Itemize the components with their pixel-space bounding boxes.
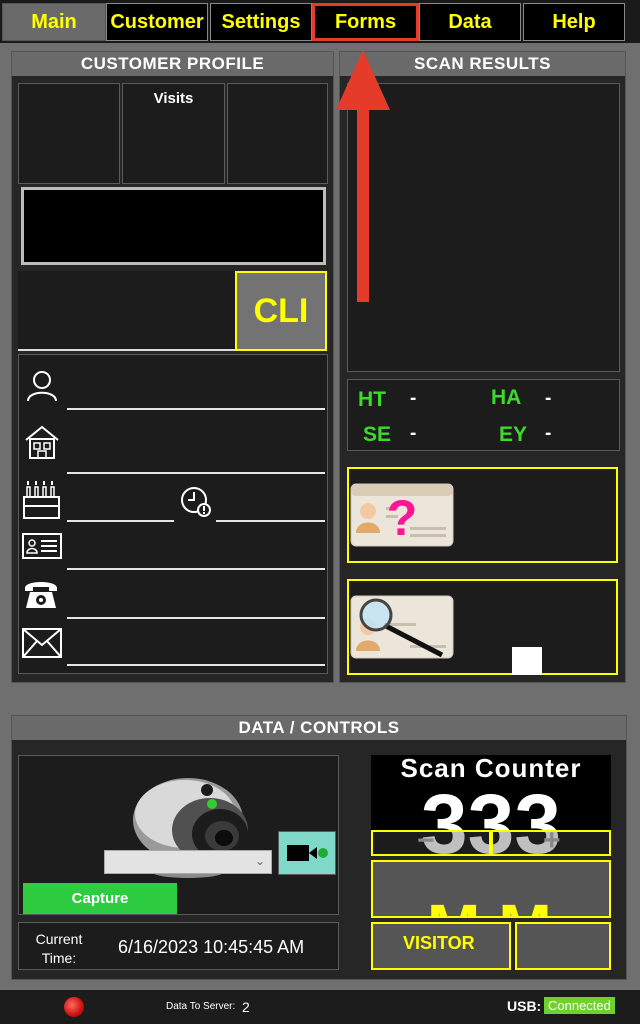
id-card-magnifier-icon: [350, 595, 454, 659]
data-controls-title: DATA / CONTROLS: [12, 716, 626, 740]
se-value: -: [410, 423, 417, 444]
house-icon: [25, 425, 59, 459]
ht-value: -: [410, 388, 417, 409]
customer-profile-title: CUSTOMER PROFILE: [12, 52, 333, 76]
ht-label: HT: [358, 388, 386, 411]
secondary-button[interactable]: [515, 922, 611, 970]
tab-main[interactable]: Main: [2, 3, 106, 41]
white-square-indicator: [512, 647, 542, 675]
current-time-value: 6/16/2023 10:45:45 AM: [118, 937, 305, 957]
minus-label: −: [417, 824, 435, 857]
capture-button[interactable]: Capture: [23, 883, 177, 914]
age-field-line[interactable]: [216, 520, 325, 522]
tab-customer[interactable]: Customer: [106, 3, 208, 41]
email-field-line[interactable]: [67, 664, 325, 666]
birthday-cake-icon: [23, 481, 60, 519]
profile-photo-cell-1[interactable]: [18, 83, 120, 184]
data-to-server-value: 2: [242, 999, 250, 1015]
current-time-label: Current Time:: [35, 931, 83, 966]
ha-label: HA: [491, 386, 522, 409]
name-field-line[interactable]: [67, 408, 325, 410]
usb-label: USB:: [507, 998, 542, 1014]
id-card-icon: [22, 533, 62, 559]
scan-counter-label: Scan Counter: [400, 755, 582, 783]
notes-box[interactable]: [18, 271, 236, 351]
se-label: SE: [363, 423, 392, 446]
decrement-button[interactable]: −: [371, 824, 491, 857]
status-led-icon: [64, 997, 84, 1017]
id-card-question-icon: ?: [350, 483, 454, 547]
increment-button[interactable]: +: [491, 824, 611, 857]
tab-forms[interactable]: Forms: [312, 3, 419, 41]
address-field-line[interactable]: [67, 472, 325, 474]
video-toggle-button[interactable]: [278, 831, 336, 875]
status-glyph: MM: [427, 890, 570, 916]
phone-field-line[interactable]: [67, 617, 325, 619]
cli-label: CLI: [253, 291, 309, 330]
video-camera-icon: [287, 845, 328, 861]
telephone-icon: [25, 582, 57, 608]
svg-text:?: ?: [387, 490, 418, 546]
ha-value: -: [545, 388, 552, 409]
birthday-field-line[interactable]: [67, 520, 174, 522]
customer-name-box[interactable]: [21, 187, 326, 265]
visitor-button[interactable]: VISITOR: [371, 922, 511, 970]
camera-select[interactable]: ⌄: [104, 850, 272, 874]
tab-data[interactable]: Data: [419, 3, 521, 41]
data-to-server-label: Data To Server:: [166, 1001, 236, 1012]
annotation-arrow-icon: [336, 50, 390, 302]
clock-icon: [181, 487, 211, 517]
visits-label: Visits: [153, 90, 194, 107]
visitor-label: VISITOR: [403, 933, 475, 953]
profile-photo-cell-3[interactable]: [227, 83, 328, 184]
tab-help[interactable]: Help: [523, 3, 625, 41]
ey-label: EY: [499, 423, 528, 446]
tab-settings[interactable]: Settings: [210, 3, 312, 41]
usb-status-badge: Connected: [544, 997, 615, 1014]
plus-label: +: [543, 824, 561, 857]
cli-button[interactable]: CLI: [235, 271, 327, 351]
envelope-icon: [22, 628, 62, 658]
id-field-line[interactable]: [67, 568, 325, 570]
tab-bar: Main Customer Settings Forms Data Help: [0, 0, 640, 43]
contact-fields-area: [18, 354, 328, 674]
chevron-down-icon: ⌄: [254, 854, 265, 868]
person-icon: [27, 371, 57, 402]
ey-value: -: [545, 423, 552, 444]
capture-label: Capture: [71, 890, 129, 907]
visits-cell: Visits: [122, 83, 225, 184]
status-display-box: MM: [371, 860, 611, 918]
